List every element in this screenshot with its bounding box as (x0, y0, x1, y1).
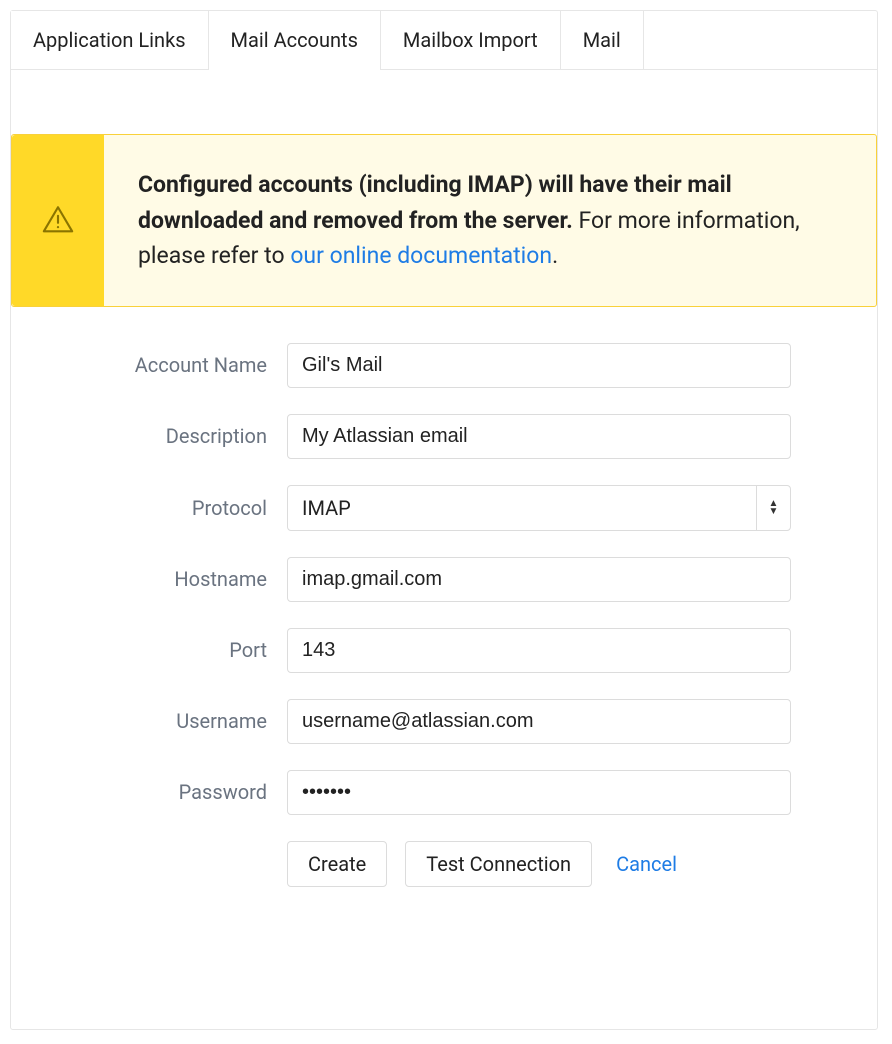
warning-after-link: . (552, 242, 558, 269)
username-label: Username (11, 709, 287, 733)
cancel-button[interactable]: Cancel (610, 842, 683, 886)
tab-application-links[interactable]: Application Links (11, 11, 209, 69)
config-panel: Application Links Mail Accounts Mailbox … (10, 10, 878, 1030)
protocol-select[interactable]: IMAP ▲ ▼ (287, 485, 791, 531)
password-label: Password (11, 780, 287, 804)
warning-banner: Configured accounts (including IMAP) wil… (11, 134, 877, 307)
warning-text: Configured accounts (including IMAP) wil… (104, 135, 876, 306)
account-name-label: Account Name (11, 353, 287, 377)
create-button[interactable]: Create (287, 841, 387, 887)
mail-account-form: Account Name Description Protocol IMAP ▲… (11, 343, 877, 887)
hostname-label: Hostname (11, 567, 287, 591)
protocol-value: IMAP (288, 486, 756, 530)
test-connection-button[interactable]: Test Connection (405, 841, 592, 887)
description-input[interactable] (287, 414, 791, 459)
account-name-input[interactable] (287, 343, 791, 388)
port-label: Port (11, 638, 287, 662)
warning-triangle-icon (41, 203, 75, 237)
username-input[interactable] (287, 699, 791, 744)
password-input[interactable] (287, 770, 791, 815)
documentation-link[interactable]: our online documentation (290, 242, 552, 269)
description-label: Description (11, 424, 287, 448)
form-actions: Create Test Connection Cancel (287, 841, 877, 887)
protocol-label: Protocol (11, 496, 287, 520)
hostname-input[interactable] (287, 557, 791, 602)
warning-stripe (12, 135, 104, 306)
tab-mail-accounts[interactable]: Mail Accounts (209, 11, 381, 69)
tab-bar: Application Links Mail Accounts Mailbox … (11, 11, 877, 70)
select-arrows-icon: ▲ ▼ (756, 486, 790, 530)
port-input[interactable] (287, 628, 791, 673)
tab-mailbox-import[interactable]: Mailbox Import (381, 11, 561, 69)
tab-mail[interactable]: Mail (561, 11, 644, 69)
